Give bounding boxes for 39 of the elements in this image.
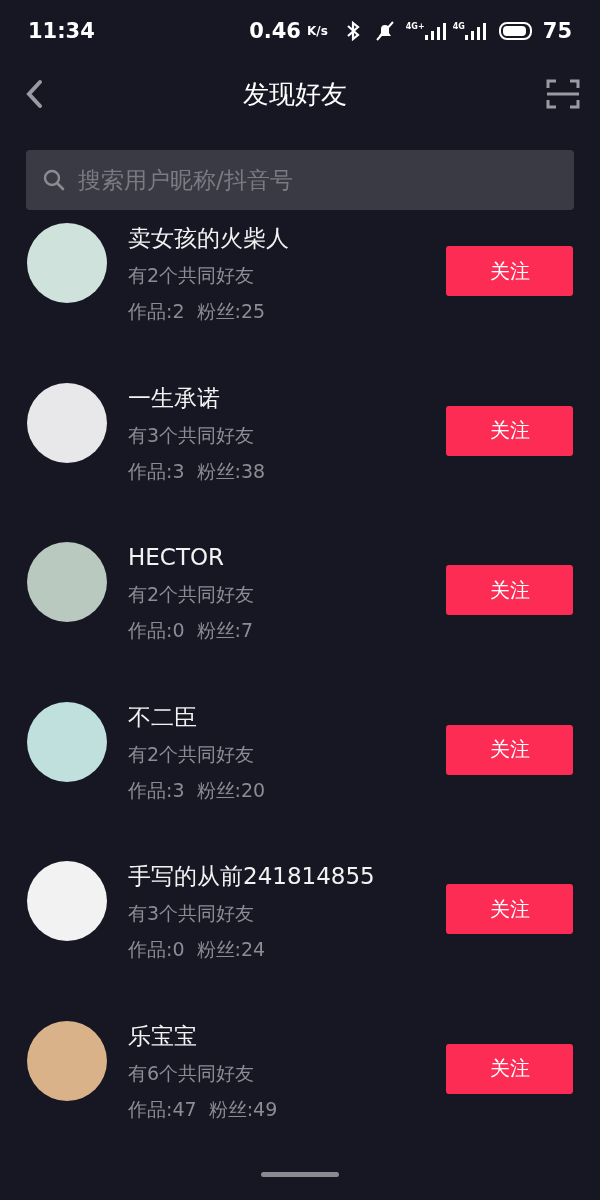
user-name: 卖女孩的火柴人 (128, 224, 290, 253)
mutual-friends: 有2个共同好友 (128, 741, 256, 767)
speed-unit: K/s (306, 24, 328, 38)
battery-icon (496, 22, 533, 40)
user-stats: 作品:3 粉丝:20 (128, 777, 267, 803)
user-name: HECTOR (128, 543, 226, 572)
battery-level: 75 (542, 19, 572, 43)
mutual-friends: 有3个共同好友 (128, 422, 256, 448)
network-type: 4G+ (405, 22, 425, 31)
muted-bell-icon (373, 21, 396, 41)
mutual-friends: 有2个共同好友 (128, 263, 256, 288)
user-stats: 作品:0 粉丝:24 (128, 937, 267, 962)
user-stats: 作品:47 粉丝:49 (128, 1096, 279, 1122)
follow-button[interactable]: 关注 (446, 565, 573, 615)
network-speed: 0.46 (249, 19, 301, 43)
follow-button[interactable]: 关注 (446, 246, 573, 296)
user-name: 一生承诺 (128, 383, 221, 413)
user-name: 不二臣 (128, 702, 198, 732)
user-stats: 作品:3 粉丝:38 (128, 458, 267, 484)
page-title: 发现好友 (243, 77, 347, 111)
user-stats: 作品:2 粉丝:25 (128, 299, 267, 324)
user-stats: 作品:0 粉丝:7 (128, 618, 255, 643)
follow-button[interactable]: 关注 (446, 724, 573, 775)
search-field[interactable]: 搜索用户昵称/抖音号 (26, 150, 574, 210)
user-name: 手写的从前241814855 (128, 862, 376, 891)
signal-icon (424, 22, 447, 40)
follow-button[interactable]: 关注 (446, 1043, 573, 1094)
signal-icon (464, 22, 487, 40)
scan-button[interactable] (546, 78, 580, 110)
status-time: 11:34 (28, 19, 95, 43)
mutual-friends: 有3个共同好友 (128, 901, 256, 926)
bluetooth-icon (345, 21, 360, 41)
network-type: 4G (452, 22, 465, 31)
follow-button[interactable]: 关注 (446, 884, 573, 934)
mutual-friends: 有2个共同好友 (128, 582, 256, 607)
mutual-friends: 有6个共同好友 (128, 1060, 256, 1086)
back-button[interactable] (24, 79, 44, 109)
follow-button[interactable]: 关注 (446, 405, 573, 456)
user-name: 乐宝宝 (128, 1021, 198, 1051)
